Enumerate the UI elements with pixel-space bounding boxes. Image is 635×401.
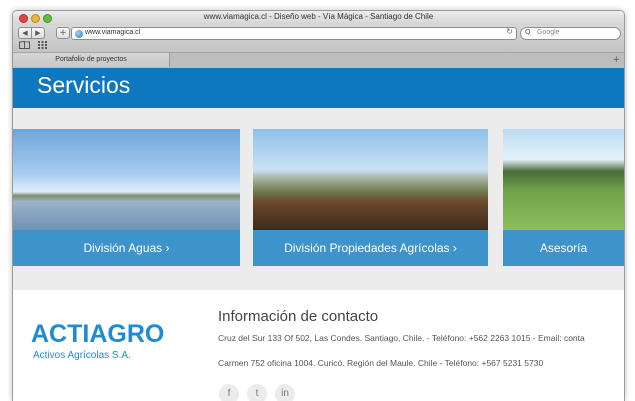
logo-text: ACTIAGRO	[31, 320, 165, 348]
reload-icon[interactable]: ↻	[506, 27, 513, 36]
add-bookmark-button[interactable]: +	[56, 27, 70, 39]
card-division-aguas[interactable]: División Aguas ›	[13, 129, 240, 266]
services-header: Servicios	[13, 68, 624, 108]
contact-footer: ACTIAGRO Activos Agrícolas S.A. Informac…	[13, 290, 624, 401]
actiagro-logo: ACTIAGRO Activos Agrícolas S.A.	[31, 320, 191, 365]
services-carousel: División Aguas › División Propiedades Ag…	[13, 108, 624, 290]
browser-toolbar: ◀ ▶ + www.viamagica.cl ↻ Q Google	[13, 25, 624, 52]
contact-address-curico: Carmen 752 oficina 1004. Curicó. Región …	[218, 358, 544, 368]
globe-icon	[75, 29, 83, 38]
card-caption[interactable]: División Aguas ›	[13, 230, 240, 266]
tab-portafolio[interactable]: Portafolio de proyectos	[13, 53, 170, 67]
bookmarks-book-icon[interactable]	[19, 40, 30, 51]
search-field[interactable]: Q Google	[520, 27, 621, 40]
top-sites-grid-icon[interactable]	[38, 41, 47, 51]
browser-window: www.viamagica.cl - Diseño web - Vía Mági…	[12, 10, 625, 401]
forward-button[interactable]: ▶	[31, 27, 45, 39]
card-asesoria[interactable]: Asesoría	[503, 129, 624, 266]
contact-address-santiago: Cruz del Sur 133 Of 502, Las Condes. San…	[218, 333, 585, 343]
card-caption[interactable]: Asesoría	[503, 230, 624, 266]
farmland-image	[253, 129, 488, 230]
logo-subtitle: Activos Agrícolas S.A.	[33, 350, 131, 361]
contact-title: Información de contacto	[218, 308, 379, 325]
field-image	[503, 129, 624, 230]
tab-bar: Portafolio de proyectos +	[13, 52, 624, 68]
url-text: www.viamagica.cl	[85, 28, 141, 36]
twitter-icon[interactable]: t	[247, 384, 267, 401]
address-bar[interactable]: www.viamagica.cl ↻	[71, 27, 517, 40]
search-placeholder: Google	[537, 28, 560, 36]
card-division-propiedades[interactable]: División Propiedades Agrícolas ›	[253, 129, 488, 266]
new-tab-button[interactable]: +	[612, 53, 620, 67]
card-caption[interactable]: División Propiedades Agrícolas ›	[253, 230, 488, 266]
linkedin-icon[interactable]: in	[275, 384, 295, 401]
back-button[interactable]: ◀	[18, 27, 32, 39]
page-title: Servicios	[37, 72, 131, 98]
search-icon: Q	[525, 28, 531, 36]
lake-landscape-image	[13, 129, 240, 230]
title-bar: www.viamagica.cl - Diseño web - Vía Mági…	[13, 11, 624, 25]
facebook-icon[interactable]: f	[219, 384, 239, 401]
window-title: www.viamagica.cl - Diseño web - Vía Mági…	[203, 12, 434, 21]
